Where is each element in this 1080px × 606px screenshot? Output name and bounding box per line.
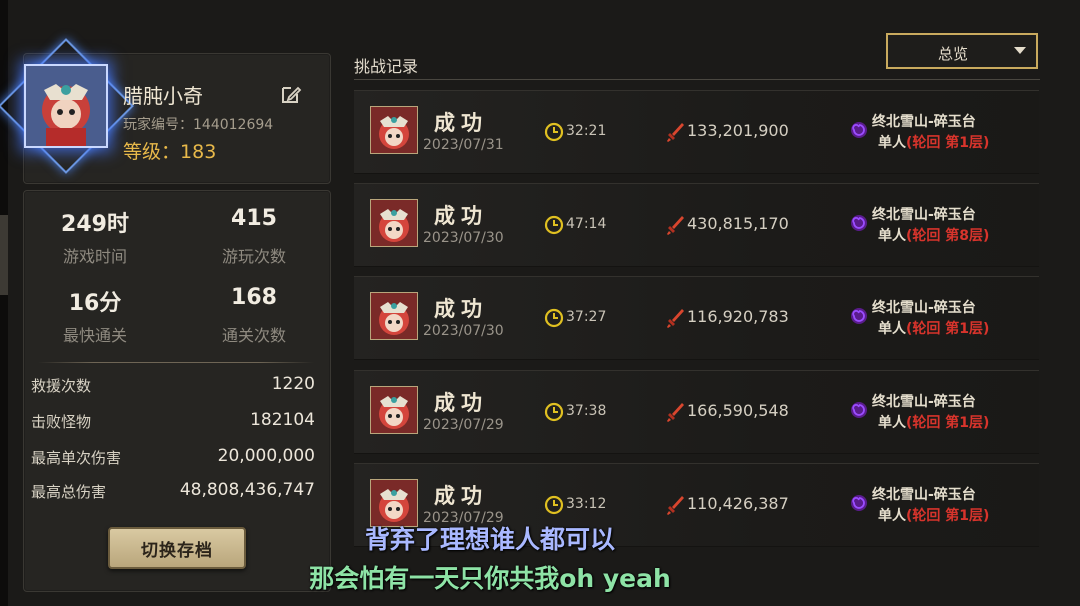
section-title: 挑战记录 — [354, 57, 419, 76]
record-row[interactable]: 成功 2023/07/29 37:38 166,590,548 终北雪山-碎玉台… — [354, 370, 1039, 454]
record-mode-prefix: 单人 — [878, 228, 906, 244]
stat-play-time-value: 249时 — [61, 212, 129, 237]
record-result: 成功 — [434, 484, 488, 508]
record-avatar — [370, 292, 418, 340]
record-row[interactable]: 成功 2023/07/30 47:14 430,815,170 终北雪山-碎玉台… — [354, 183, 1039, 267]
filter-selected: 总览 — [937, 45, 968, 63]
record-location: 终北雪山-碎玉台 — [872, 207, 976, 223]
record-damage: 110,426,387 — [687, 494, 789, 513]
stat-fastest-clear-label: 最快通关 — [62, 326, 127, 345]
left-edge — [0, 0, 8, 606]
record-mode-prefix: 单人 — [878, 321, 906, 337]
section-title-line — [354, 79, 1040, 80]
stat-play-count-value: 415 — [231, 206, 277, 231]
clock-icon — [544, 122, 564, 142]
record-damage: 116,920,783 — [687, 307, 789, 326]
sword-icon — [667, 309, 684, 328]
record-avatar — [370, 106, 418, 154]
sword-icon — [667, 496, 684, 515]
stat-clear-count-value: 168 — [231, 285, 277, 310]
chevron-down-icon — [1014, 47, 1026, 54]
sword-icon — [667, 123, 684, 142]
max-total-damage-value: 48,808,436,747 — [179, 480, 315, 500]
level-label: 等级： — [123, 141, 181, 163]
record-time: 37:27 — [566, 309, 607, 325]
record-time: 47:14 — [566, 216, 607, 232]
record-mode-detail: (轮回 第1层) — [906, 321, 990, 337]
level-value: 183 — [180, 141, 217, 163]
monsters-defeated-value: 182104 — [250, 410, 315, 430]
swirl-icon — [851, 308, 867, 324]
record-result: 成功 — [434, 204, 488, 228]
edge-mark — [0, 215, 8, 295]
monsters-defeated-label: 击败怪物 — [31, 413, 92, 431]
max-single-damage-label: 最高单次伤害 — [31, 449, 122, 467]
sword-icon — [667, 216, 684, 235]
record-damage: 166,590,548 — [687, 401, 789, 420]
record-date: 2023/07/31 — [423, 137, 504, 153]
stat-play-time-label: 游戏时间 — [62, 247, 127, 266]
subtitle-line-2: 那会怕有一天只你共我oh yeah — [309, 564, 671, 593]
swirl-icon — [851, 215, 867, 231]
player-avatar[interactable] — [0, 38, 134, 174]
record-row[interactable]: 成功 2023/07/31 32:21 133,201,900 终北雪山-碎玉台… — [354, 90, 1039, 174]
record-date: 2023/07/30 — [423, 323, 504, 339]
record-time: 33:12 — [566, 496, 607, 512]
record-result: 成功 — [434, 391, 488, 415]
clock-icon — [544, 215, 564, 235]
clock-icon — [544, 495, 564, 515]
record-location: 终北雪山-碎玉台 — [872, 300, 976, 316]
record-location: 终北雪山-碎玉台 — [872, 394, 976, 410]
clock-icon — [544, 308, 564, 328]
max-single-damage-value: 20,000,000 — [217, 446, 315, 466]
record-time: 32:21 — [566, 123, 607, 139]
record-mode-prefix: 单人 — [878, 135, 906, 151]
sword-icon — [667, 403, 684, 422]
record-avatar — [370, 386, 418, 434]
filter-dropdown[interactable]: 总览 — [886, 33, 1038, 69]
record-mode: 单人(轮回 第1层) — [878, 412, 989, 432]
swirl-icon — [851, 495, 867, 511]
stat-play-count-label: 游玩次数 — [221, 247, 286, 266]
player-id: 玩家编号：144012694 — [123, 114, 273, 134]
record-mode: 单人(轮回 第1层) — [878, 132, 989, 152]
record-mode-detail: (轮回 第1层) — [906, 135, 990, 151]
record-date: 2023/07/29 — [423, 417, 504, 433]
player-level: 等级：183 — [123, 137, 216, 164]
record-result: 成功 — [434, 297, 488, 321]
record-mode: 单人(轮回 第8层) — [878, 225, 989, 245]
player-name: 腊肫小奇 — [123, 84, 203, 108]
player-id-value: 144012694 — [193, 117, 274, 133]
max-total-damage-label: 最高总伤害 — [31, 483, 107, 501]
subtitle-line-1: 背弃了理想谁人都可以 — [364, 525, 615, 554]
stat-clear-count-label: 通关次数 — [221, 326, 286, 345]
stat-fastest-clear-value: 16分 — [68, 291, 122, 316]
rescue-count-value: 1220 — [271, 374, 315, 394]
player-id-label: 玩家编号： — [123, 117, 193, 133]
record-mode-prefix: 单人 — [878, 415, 906, 431]
record-location: 终北雪山-碎玉台 — [872, 487, 976, 503]
record-date: 2023/07/30 — [423, 230, 504, 246]
record-row[interactable]: 成功 2023/07/30 37:27 116,920,783 终北雪山-碎玉台… — [354, 276, 1039, 360]
record-damage: 133,201,900 — [687, 121, 789, 140]
stats-divider — [38, 362, 314, 363]
swirl-icon — [851, 402, 867, 418]
record-location: 终北雪山-碎玉台 — [872, 114, 976, 130]
rescue-count-label: 救援次数 — [31, 377, 92, 395]
record-damage: 430,815,170 — [687, 214, 789, 233]
swirl-icon — [851, 122, 867, 138]
avatar-image — [24, 64, 108, 148]
edit-icon[interactable] — [280, 83, 302, 105]
record-mode-detail: (轮回 第8层) — [906, 228, 990, 244]
clock-icon — [544, 402, 564, 422]
record-result: 成功 — [434, 111, 488, 135]
record-mode: 单人(轮回 第1层) — [878, 318, 989, 338]
record-avatar — [370, 199, 418, 247]
record-time: 37:38 — [566, 403, 607, 419]
record-mode-detail: (轮回 第1层) — [906, 415, 990, 431]
